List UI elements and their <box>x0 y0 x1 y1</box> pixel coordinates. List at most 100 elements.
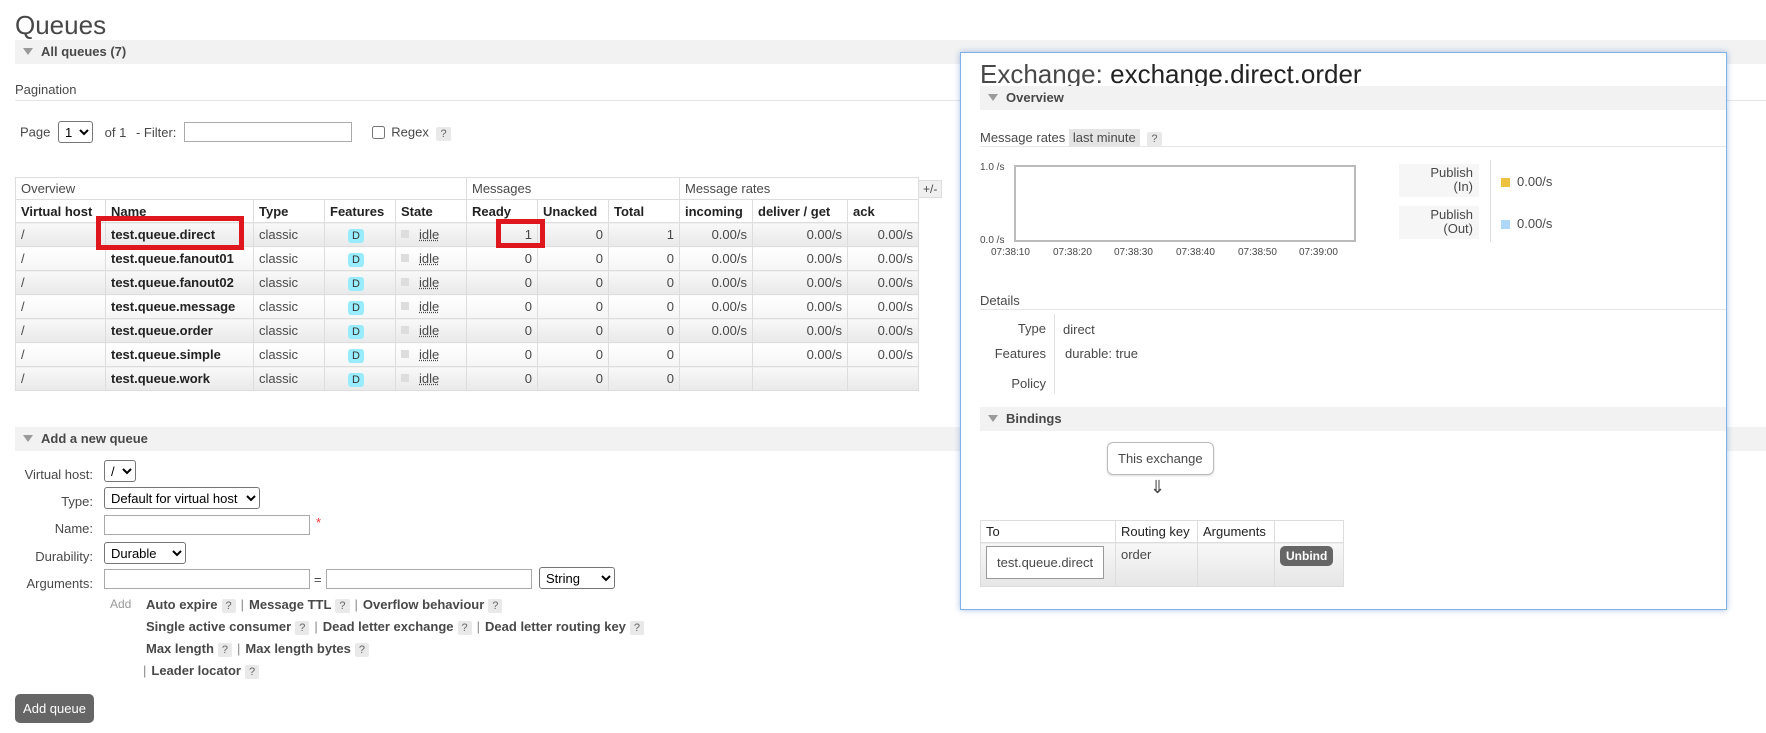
exchange-overview-header[interactable]: Overview <box>980 86 1726 110</box>
required-mark: * <box>316 515 322 530</box>
collapse-triangle-icon <box>988 94 998 101</box>
table-row[interactable]: / test.queue.fanout01 classic Didle 0 0 0 0.00/… <box>15 246 919 271</box>
exchange-name: exchange.direct.order <box>1110 59 1362 89</box>
queues-table: Overview Messages Message rates Virtual … <box>15 177 919 391</box>
durable-badge: D <box>348 324 364 339</box>
col-type[interactable]: Type <box>253 199 325 223</box>
col-total[interactable]: Total <box>608 199 680 223</box>
col-deliver-get[interactable]: deliver / get <box>752 199 848 223</box>
arguments-label: Arguments: <box>26 576 93 591</box>
y-tick-top: 1.0 /s <box>980 162 1005 173</box>
add-queue-button[interactable]: Add queue <box>15 694 94 723</box>
divider <box>980 146 1726 147</box>
help-icon[interactable]: ? <box>457 621 472 635</box>
filter-input[interactable] <box>184 122 353 142</box>
cell-total: 0 <box>608 318 680 343</box>
state-label: idle <box>419 275 440 290</box>
cell-features: D <box>324 366 396 391</box>
table-row[interactable]: / test.queue.fanout02 classic Didle 0 0 0 0.00/… <box>15 270 919 295</box>
legend-label-line: (In) <box>1453 179 1474 194</box>
help-icon[interactable]: ? <box>1147 132 1162 146</box>
rates-period-selector[interactable]: last minute <box>1068 129 1140 146</box>
separator: | <box>240 597 245 612</box>
binding-arguments <box>1197 542 1275 587</box>
page-label: Page <box>20 124 51 140</box>
option-leader-locator[interactable]: Leader locator <box>151 663 241 678</box>
cell-unacked: 0 <box>537 342 609 367</box>
argument-value-input[interactable] <box>326 569 532 589</box>
argument-key-input[interactable] <box>104 569 310 589</box>
add-label: Add <box>110 597 132 611</box>
bindings-table: To Routing key Arguments test.queue.dire… <box>980 520 1344 587</box>
message-rates-label: Message rates <box>980 130 1066 145</box>
state-indicator-icon <box>401 254 409 262</box>
help-icon[interactable]: ? <box>217 643 233 657</box>
option-dead-letter-exchange[interactable]: Dead letter exchange <box>323 619 454 634</box>
highlight-box-ready <box>496 219 545 248</box>
option-dead-letter-routing-key[interactable]: Dead letter routing key <box>485 619 626 634</box>
legend-label-line: Publish <box>1430 207 1473 222</box>
help-icon[interactable]: ? <box>488 599 503 613</box>
state-label: idle <box>419 227 440 242</box>
table-row[interactable]: / test.queue.message classic Didle 0 0 0 0.00/s… <box>15 294 919 319</box>
cell-vhost: / <box>15 222 106 247</box>
option-single-active-consumer[interactable]: Single active consumer <box>146 619 291 634</box>
option-max-length-bytes[interactable]: Max length bytes <box>245 641 350 656</box>
legend-divider <box>1490 160 1491 242</box>
option-message-ttl[interactable]: Message TTL <box>249 597 331 612</box>
cell-type: classic <box>253 294 325 319</box>
cell-queue-name[interactable]: test.queue.order <box>105 318 254 343</box>
columns-toggle-button[interactable]: +/- <box>918 180 943 198</box>
col-virtual-host[interactable]: Virtual host <box>15 199 106 223</box>
vhost-select[interactable]: / <box>104 460 136 482</box>
cell-queue-name[interactable]: test.queue.simple <box>105 342 254 367</box>
cell-queue-name[interactable]: test.queue.fanout01 <box>105 246 254 271</box>
regex-checkbox[interactable] <box>371 125 385 139</box>
cell-incoming: 0.00/s <box>679 294 753 319</box>
help-icon[interactable]: ? <box>354 643 370 657</box>
cell-state: idle <box>395 318 467 343</box>
cell-incoming: 0.00/s <box>679 318 753 343</box>
state-indicator-icon <box>401 230 409 238</box>
binding-routing-key: order <box>1115 542 1198 587</box>
cell-incoming: 0.00/s <box>679 222 753 247</box>
help-icon[interactable]: ? <box>335 599 350 613</box>
binding-destination-link[interactable]: test.queue.direct <box>986 546 1105 579</box>
unbind-button[interactable]: Unbind <box>1280 546 1334 566</box>
divider <box>980 309 1726 310</box>
cell-unacked: 0 <box>537 246 609 271</box>
table-row[interactable]: / test.queue.simple classic Didle 0 0 0 0.00/s 0… <box>15 342 919 367</box>
separator: | <box>314 619 318 634</box>
cell-ack <box>847 366 919 391</box>
name-input[interactable] <box>104 515 310 535</box>
regex-help-icon[interactable]: ? <box>436 126 451 141</box>
col-incoming[interactable]: incoming <box>679 199 753 223</box>
cell-queue-name[interactable]: test.queue.fanout02 <box>105 270 254 295</box>
cell-deliver-get: 0.00/s <box>752 342 848 367</box>
help-icon[interactable]: ? <box>295 621 310 635</box>
cell-queue-name[interactable]: test.queue.work <box>105 366 254 391</box>
bindings-header[interactable]: Bindings <box>980 407 1726 431</box>
help-icon[interactable]: ? <box>221 599 236 613</box>
cell-queue-name[interactable]: test.queue.message <box>105 294 254 319</box>
page-select[interactable]: 1 <box>58 121 93 143</box>
col-features[interactable]: Features <box>324 199 396 223</box>
argument-type-select[interactable]: String <box>539 567 615 589</box>
col-state[interactable]: State <box>395 199 467 223</box>
help-icon[interactable]: ? <box>244 665 260 679</box>
col-unacked[interactable]: Unacked <box>537 199 609 223</box>
table-row[interactable]: / test.queue.order classic Didle 0 0 0 0.00/s 0.… <box>15 318 919 343</box>
publish-in-swatch <box>1501 178 1510 187</box>
cell-total: 0 <box>608 342 680 367</box>
type-select[interactable]: Default for virtual host <box>104 487 260 509</box>
state-label: idle <box>419 347 440 362</box>
option-auto-expire[interactable]: Auto expire <box>146 597 218 612</box>
col-ack[interactable]: ack <box>847 199 919 223</box>
option-overflow-behaviour[interactable]: Overflow behaviour <box>363 597 484 612</box>
cell-ready: 0 <box>466 318 538 343</box>
durability-select[interactable]: Durable <box>104 542 186 564</box>
table-row[interactable]: / test.queue.work classic Didle 0 0 0 <box>15 366 919 391</box>
help-icon[interactable]: ? <box>629 621 645 635</box>
cell-state: idle <box>395 342 467 367</box>
option-max-length[interactable]: Max length <box>146 641 214 656</box>
